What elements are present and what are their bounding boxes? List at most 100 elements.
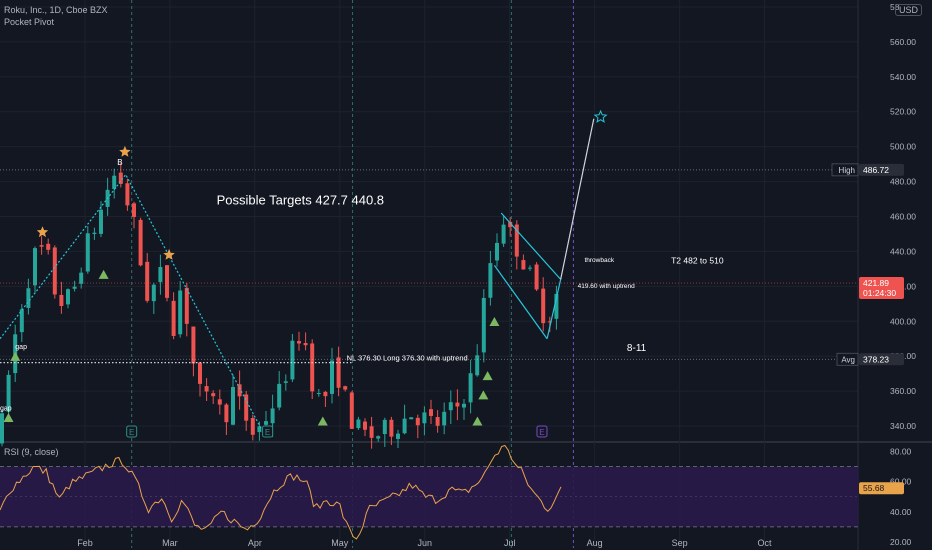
candle-body [455, 402, 460, 407]
candle-body [495, 242, 499, 261]
rsi-tick-label: 40.00 [890, 507, 912, 517]
candle-body [462, 403, 466, 408]
candle-body [151, 284, 156, 302]
candle-body [198, 362, 202, 384]
currency-button[interactable]: USD [894, 4, 922, 16]
month-tick-label: Mar [162, 538, 178, 548]
candle-body [132, 203, 136, 217]
candle-body [237, 384, 242, 397]
candle-body [231, 387, 235, 425]
price-tick-label: 540.00 [890, 72, 916, 82]
candle-body [369, 426, 374, 438]
candle-body [396, 433, 400, 439]
month-tick-label: May [331, 538, 349, 548]
candle-body [382, 419, 387, 435]
symbol-legend[interactable]: Roku, Inc., 1D, Cboe BZX [4, 5, 108, 15]
candle-body [79, 272, 84, 284]
candle-body [336, 357, 341, 388]
candle-body [283, 381, 288, 383]
candle-body [39, 245, 44, 247]
candle-body [376, 436, 381, 439]
chart-annotation: B [117, 158, 122, 167]
candle-body [343, 386, 348, 390]
candle-body [488, 263, 493, 298]
earnings-marker-label: E [539, 428, 544, 437]
candle-body [224, 404, 229, 423]
price-tick-label: 560.00 [890, 37, 916, 47]
candle-body [541, 288, 546, 324]
price-tick-label: 340.00 [890, 421, 916, 431]
candle-body [422, 412, 427, 424]
candle-body [165, 265, 169, 298]
price-line-label: Avg [841, 355, 855, 364]
candle-body [99, 209, 103, 234]
candle-body [389, 419, 394, 437]
month-tick-label: Feb [77, 538, 93, 548]
chart-annotation: gap [15, 344, 27, 351]
candle-body [270, 408, 275, 424]
price-chart[interactable]: 340.00360.00380.00400.00420.00440.00460.… [0, 0, 932, 550]
candle-body [290, 340, 295, 380]
candle-body [0, 413, 4, 444]
candle-body [72, 286, 77, 289]
candle-body [310, 343, 315, 392]
month-tick-label: Aug [587, 538, 603, 548]
candle-body [178, 290, 183, 335]
rsi-band-fill [0, 466, 858, 527]
candle-body [349, 392, 354, 429]
candle-body [211, 393, 216, 397]
price-tick-label: 480.00 [890, 177, 916, 187]
rsi-tick-label: 80.00 [890, 447, 912, 457]
chart-annotation: Possible Targets 427.7 440.8 [217, 192, 384, 207]
price-line-value: 421.89 [863, 278, 889, 288]
candle-body [297, 341, 301, 344]
candle-body [429, 409, 433, 416]
price-tick-label: 500.00 [890, 142, 916, 152]
month-tick-label: Jun [417, 538, 432, 548]
candle-body [52, 247, 57, 295]
candle-body [475, 355, 480, 376]
candle-body [415, 417, 420, 426]
candle-body [409, 417, 414, 420]
chart-annotation: 8-11 [627, 343, 647, 354]
candle-body [26, 288, 31, 308]
candle-body [303, 343, 308, 346]
countdown-label: 01:24:30 [863, 288, 896, 298]
indicator-legend[interactable]: Pocket Pivot [4, 17, 54, 27]
earnings-marker-label: E [265, 428, 270, 437]
rsi-legend[interactable]: RSI (9, close) [4, 447, 59, 457]
candle-body [264, 421, 268, 425]
candle-body [323, 391, 328, 397]
price-tick-label: 360.00 [890, 386, 916, 396]
chart-annotation: NL 376.30 Long 376.30 with uptrend [347, 354, 468, 363]
candle-body [402, 418, 407, 434]
candle-body [158, 267, 163, 283]
candle-body [501, 224, 506, 244]
chart-annotation: gap [0, 405, 12, 412]
candle-body [442, 411, 447, 426]
candle-body [217, 399, 222, 405]
month-tick-label: Jul [504, 538, 516, 548]
price-tick-label: 440.00 [890, 246, 916, 256]
candle-body [33, 248, 37, 286]
candle-body [204, 386, 209, 392]
candle-body [468, 373, 473, 403]
price-line-value: 486.72 [863, 165, 889, 175]
price-tick-label: 460.00 [890, 212, 916, 222]
candle-body [145, 261, 150, 301]
chart-annotation: T2 482 to 510 [671, 256, 724, 266]
candle-body [363, 421, 367, 430]
candle-body [330, 360, 334, 394]
candle-body [171, 300, 176, 336]
candle-body [316, 393, 321, 395]
candle-body [521, 260, 526, 270]
price-line-label: High [839, 166, 855, 175]
chart-annotation: throwback [584, 257, 614, 264]
candle-body [66, 289, 70, 305]
candle-body [435, 417, 440, 426]
candle-body [277, 383, 282, 408]
candle-body [448, 402, 453, 411]
candle-body [191, 326, 196, 364]
price-tick-label: 520.00 [890, 107, 916, 117]
price-line-value: 378.23 [863, 354, 889, 364]
